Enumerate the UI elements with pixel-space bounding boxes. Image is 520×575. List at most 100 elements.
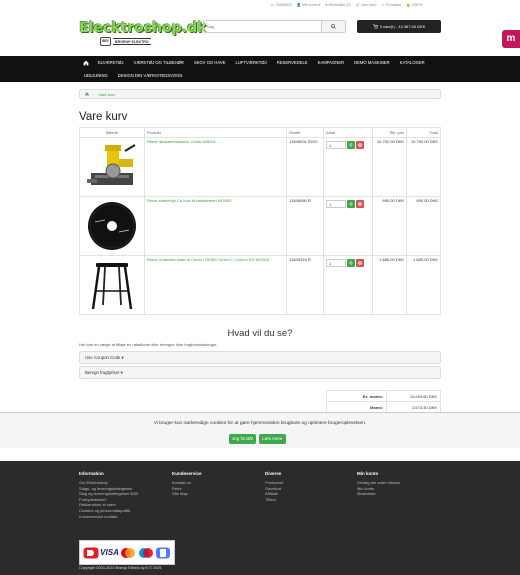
quantity-input[interactable]: 1 — [326, 200, 347, 208]
footer-column-diverse: Diverse Producent Gavekort Affiliate Til… — [265, 471, 283, 502]
column-header: Model — [286, 127, 325, 138]
remove-button[interactable] — [356, 200, 365, 208]
page-title: Vare kurv — [79, 111, 128, 123]
close-circle-icon — [358, 143, 362, 147]
cart-icon — [372, 24, 378, 29]
product-image-cutting-wheel[interactable] — [85, 200, 139, 252]
refresh-icon — [349, 143, 353, 147]
product-link[interactable]: Rems rørskæremaskine Cento 845001 — [147, 139, 216, 144]
totals-label: Moms: — [326, 401, 387, 413]
footer-heading: Information — [79, 471, 104, 476]
cart-link[interactable]: 🛒 Vare kurv — [356, 3, 377, 7]
footer-link[interactable]: Salg og leveringsbetingelser B2B — [79, 491, 138, 497]
nav-item-luftvaerktoj[interactable]: LUFTVÆRKTØJ — [231, 60, 272, 65]
home-icon — [83, 60, 89, 65]
column-header: Stk. pris — [372, 127, 408, 138]
footer-link[interactable]: Site Map — [172, 491, 202, 497]
nav-item-kampagner[interactable]: KAMPAGNER — [313, 60, 349, 65]
remove-button[interactable] — [356, 141, 365, 149]
logo-title: Elecktroshop.dk — [79, 20, 207, 36]
totals-label: Ex. moms: — [326, 390, 387, 402]
product-image-stand[interactable] — [85, 259, 139, 311]
breadcrumb-current[interactable]: Vare kurv — [98, 92, 115, 97]
refresh-icon — [349, 202, 353, 206]
maestro-icon — [138, 547, 153, 558]
refresh-button[interactable] — [347, 200, 356, 208]
column-header: Antal — [323, 127, 374, 138]
quantity-input[interactable]: 1 — [326, 259, 347, 267]
unit-price: 890,00 DKK — [372, 196, 408, 256]
account-link[interactable]: 👤 Min konto ▾ — [297, 3, 321, 7]
close-circle-icon — [358, 202, 362, 206]
product-link[interactable]: Rems skærehjul Cu-Inox til rørafskærer 8… — [147, 198, 231, 203]
nav-item-demo-maskiner[interactable]: DEMO MASKINER — [349, 60, 395, 65]
refresh-icon — [349, 261, 353, 265]
footer-heading: Min konto — [357, 471, 379, 476]
breadcrumb-separator: › — [93, 91, 95, 97]
search-input[interactable] — [204, 21, 321, 32]
cart-button[interactable]: 3 vare(r) - 13.367,00 DKK — [357, 20, 441, 33]
nav-item-udlejning[interactable]: UDLEJNING — [79, 73, 113, 78]
line-total: 10.792,00 DKK — [406, 137, 441, 197]
product-image-cell[interactable] — [79, 196, 145, 256]
totals-value: 10.693,60 DKK — [386, 390, 441, 402]
search-button[interactable] — [321, 21, 345, 32]
mobilepay-icon — [156, 547, 171, 558]
cart-button-label: 3 vare(r) - 13.367,00 DKK — [379, 24, 426, 29]
nav-item-reservedele[interactable]: RESERVEDELE — [272, 60, 313, 65]
quantity-input[interactable]: 1 — [326, 141, 347, 149]
refresh-button[interactable] — [347, 141, 356, 149]
totals-value: 2.673,40 DKK — [386, 401, 441, 413]
home-nav-button[interactable] — [79, 60, 93, 66]
footer-link[interactable]: Cookies og persondatapolitik — [79, 508, 138, 514]
footer-link[interactable]: Producent — [265, 480, 283, 486]
dankort-icon — [83, 547, 99, 558]
unit-price: 1.685,00 DKK — [372, 255, 408, 315]
product-image-cell[interactable] — [79, 255, 145, 315]
gdpr-link[interactable]: 🔒 GDPR — [406, 3, 422, 7]
breadcrumb: › Vare kurv — [79, 89, 441, 99]
footer-column-kundeservice: Kundeservice Kontakt os Retur Site Map — [172, 471, 202, 497]
column-header: Total — [406, 127, 441, 138]
nav-item-elvaerktoj[interactable]: ELVÆRKTØJ — [93, 60, 129, 65]
unit-price: 10.792,00 DKK — [372, 137, 408, 197]
nav-item-skov-have[interactable]: SKOV OG HAVE — [189, 60, 231, 65]
footer-link[interactable]: Kundeservice kontakt — [79, 514, 138, 520]
shipping-estimate-toggle[interactable]: Beregn fragtpriser ▾ — [79, 366, 441, 379]
side-m-badge[interactable]: m — [502, 30, 520, 48]
footer-column-min-konto: Min konto Se/følg din ordre historik Min… — [357, 471, 400, 497]
product-model: 11845001 R220 — [286, 137, 325, 197]
main-nav: ELVÆRKTØJ VÆRKTØJ OG TILBEHØR SKOV OG HA… — [0, 56, 520, 82]
footer-link[interactable]: Ønskeliste — [357, 491, 400, 497]
product-link[interactable]: Rems Understel stativ til Cento / REMS T… — [147, 257, 269, 262]
home-icon[interactable] — [85, 92, 89, 96]
cookie-accept-button[interactable]: Jeg forstår — [229, 434, 257, 444]
footer-heading: Kundeservice — [172, 471, 202, 476]
column-header: Billede — [79, 127, 145, 138]
footer-link[interactable]: Se/følg din ordre historik — [357, 480, 400, 486]
cookie-read-more-button[interactable]: Læs mere — [259, 434, 286, 444]
search-bar — [203, 20, 346, 33]
footer-link[interactable]: Tilbud — [265, 497, 283, 503]
phone-link[interactable]: ☏ 75383000 — [270, 3, 292, 7]
cart-table: Billede Produkt Model Antal Stk. pris To… — [79, 127, 441, 315]
section-description: Her kan du vælge at tilføje en rabatkode… — [79, 342, 218, 347]
site-logo[interactable]: Elecktroshop.dk BEV BRORUP ELEKTRO — [79, 20, 207, 48]
search-icon — [331, 24, 336, 29]
product-model: 11849315 R — [286, 255, 325, 315]
remove-button[interactable] — [356, 259, 365, 267]
nav-item-kataloger[interactable]: KATALOGER — [395, 60, 430, 65]
footer-heading: Diverse — [265, 471, 282, 476]
refresh-button[interactable] — [347, 259, 356, 267]
footer: Information Om Elektroshop Salgs- og lev… — [0, 461, 520, 575]
wishlist-link[interactable]: ♥ Ønskeliste (0) — [325, 3, 350, 7]
nav-item-vaerktoj-tilbehor[interactable]: VÆRKTØJ OG TILBEHØR — [129, 60, 189, 65]
line-total: 890,00 DKK — [406, 196, 441, 256]
product-model: 11845050 R — [286, 196, 325, 256]
product-image-cell[interactable] — [79, 137, 145, 197]
top-links: ☏ 75383000 👤 Min konto ▾ ♥ Ønskeliste (0… — [270, 3, 422, 7]
product-image-pipe-cutter[interactable] — [85, 141, 139, 193]
nav-item-design-vaerkstedsvogn[interactable]: DESIGN DIN VÆRKSTEDSVOGN — [113, 73, 188, 78]
checkout-link[interactable]: ↗ Til kassen — [381, 3, 401, 7]
coupon-code-toggle[interactable]: Use Coupon Code ▾ — [79, 351, 441, 364]
